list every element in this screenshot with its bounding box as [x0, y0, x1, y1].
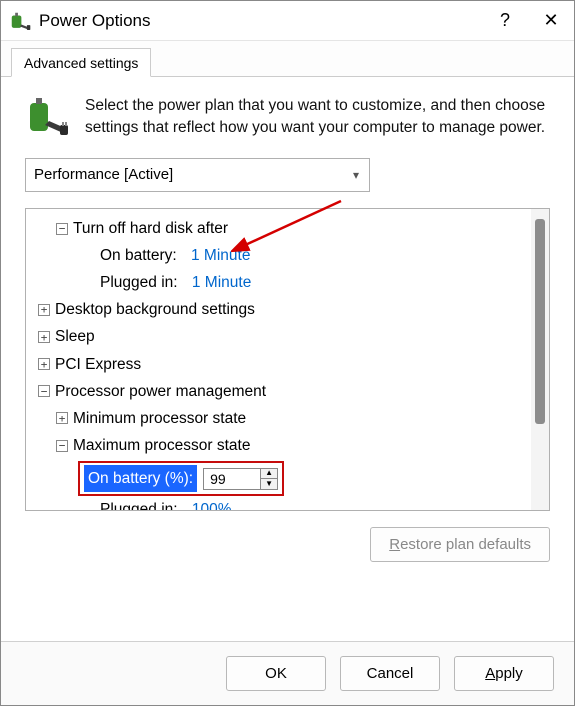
power-options-icon	[9, 10, 31, 32]
node-min-processor-state[interactable]: + Minimum processor state	[32, 405, 525, 432]
collapse-icon[interactable]: −	[56, 223, 68, 235]
hard-disk-plugged-in[interactable]: Plugged in: 1 Minute	[32, 269, 525, 296]
collapse-icon[interactable]: −	[56, 440, 68, 452]
node-max-processor-state[interactable]: − Maximum processor state	[32, 432, 525, 459]
hard-disk-on-battery-value[interactable]: 1 Minute	[191, 242, 250, 269]
max-proc-on-battery-label[interactable]: On battery (%):	[84, 465, 197, 492]
expand-icon[interactable]: +	[56, 412, 68, 424]
power-plan-dropdown[interactable]: Performance [Active] ▾	[25, 158, 370, 192]
hard-disk-plugged-value[interactable]: 1 Minute	[192, 269, 251, 296]
spinner-down-icon[interactable]: ▼	[261, 479, 277, 489]
dialog-footer: OK Cancel Apply	[1, 641, 574, 705]
ok-button[interactable]: OK	[226, 656, 326, 691]
cancel-button[interactable]: Cancel	[340, 656, 440, 691]
expand-icon[interactable]: +	[38, 358, 50, 370]
close-button[interactable]: ✕	[528, 1, 574, 40]
collapse-icon[interactable]: −	[38, 385, 50, 397]
restore-defaults-button[interactable]: Restore plan defaults	[370, 527, 550, 562]
expand-icon[interactable]: +	[38, 304, 50, 316]
help-button[interactable]: ?	[482, 1, 528, 40]
node-pci-express[interactable]: + PCI Express	[32, 351, 525, 378]
node-sleep[interactable]: + Sleep	[32, 323, 525, 350]
battery-plug-icon	[25, 95, 69, 139]
node-processor-power[interactable]: − Processor power management	[32, 378, 525, 405]
max-proc-on-battery-spinner[interactable]: ▲ ▼	[203, 468, 278, 490]
tree-scrollbar[interactable]	[531, 209, 549, 510]
intro-block: Select the power plan that you want to c…	[25, 95, 550, 140]
expand-icon[interactable]: +	[38, 331, 50, 343]
titlebar: Power Options ? ✕	[1, 1, 574, 41]
intro-text: Select the power plan that you want to c…	[85, 95, 550, 140]
hard-disk-on-battery[interactable]: On battery: 1 Minute	[32, 242, 525, 269]
chevron-down-icon: ▾	[353, 168, 359, 182]
tab-advanced-settings[interactable]: Advanced settings	[11, 48, 151, 77]
apply-button[interactable]: Apply	[454, 656, 554, 691]
power-options-dialog: Power Options ? ✕ Advanced settings Sele…	[0, 0, 575, 706]
power-plan-value: Performance [Active]	[34, 166, 173, 183]
settings-tree: − Turn off hard disk after On battery: 1…	[25, 208, 550, 511]
tab-strip: Advanced settings	[1, 41, 574, 77]
max-proc-plugged-value[interactable]: 100%	[192, 496, 232, 510]
node-desktop-background[interactable]: + Desktop background settings	[32, 296, 525, 323]
max-proc-plugged-in[interactable]: Plugged in: 100%	[32, 496, 525, 510]
max-proc-on-battery-highlight: On battery (%): ▲ ▼	[78, 461, 284, 496]
content-area: Select the power plan that you want to c…	[1, 77, 574, 641]
window-title: Power Options	[39, 11, 482, 31]
node-hard-disk[interactable]: − Turn off hard disk after	[32, 215, 525, 242]
max-proc-on-battery-input[interactable]	[204, 469, 260, 489]
scrollbar-thumb[interactable]	[535, 219, 545, 424]
